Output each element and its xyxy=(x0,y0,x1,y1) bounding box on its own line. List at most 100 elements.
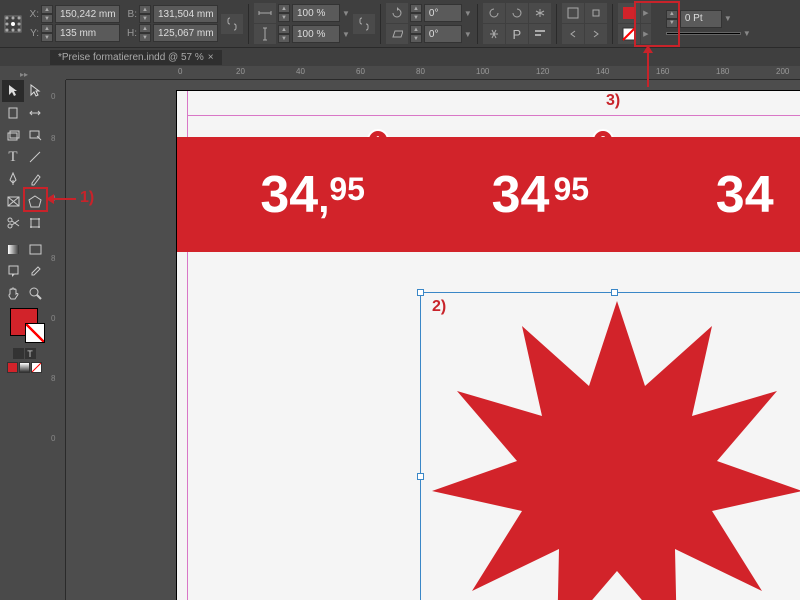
direct-selection-tool[interactable] xyxy=(24,80,46,102)
pen-tool[interactable] xyxy=(2,168,24,190)
note-tool[interactable] xyxy=(2,260,24,282)
ruler-mark: 160 xyxy=(656,67,669,76)
rotate-cw-icon[interactable] xyxy=(506,3,528,23)
x-label: X: xyxy=(25,9,39,20)
constrain-proportions-icon[interactable] xyxy=(221,14,243,34)
shear-input[interactable] xyxy=(424,25,462,43)
canvas[interactable]: 1 2 34 , 95 34 95 34 xyxy=(66,80,800,600)
scale-y-input[interactable] xyxy=(292,25,340,43)
price-dec: 95 xyxy=(553,171,589,208)
sy-up[interactable]: ▲ xyxy=(278,25,290,34)
rectangle-frame-tool[interactable] xyxy=(2,190,24,212)
annotation-box-1 xyxy=(23,187,48,212)
dropdown-icon[interactable]: ▼ xyxy=(464,30,472,39)
price-comma: , xyxy=(318,177,329,222)
h-up[interactable]: ▲ xyxy=(139,24,151,33)
type-tool[interactable]: T xyxy=(2,146,24,168)
gradient-swatch-tool[interactable] xyxy=(2,238,24,260)
price-dec: 95 xyxy=(329,171,365,208)
price-2: 34 95 xyxy=(492,165,589,225)
ref-point-selector[interactable] xyxy=(4,15,22,33)
sy-down[interactable]: ▼ xyxy=(278,34,290,43)
zoom-tool[interactable] xyxy=(24,282,46,304)
x-down[interactable]: ▼ xyxy=(41,14,53,23)
apply-gradient-icon[interactable] xyxy=(19,362,30,373)
apply-color-icon[interactable] xyxy=(7,362,18,373)
dropdown-icon[interactable]: ▼ xyxy=(743,29,751,38)
rotate-ccw-icon[interactable] xyxy=(483,3,505,23)
constrain-scale-icon[interactable] xyxy=(353,14,375,34)
dropdown-icon[interactable]: ▼ xyxy=(724,14,732,23)
y-up[interactable]: ▲ xyxy=(41,24,53,33)
flip-v-icon[interactable] xyxy=(483,24,505,44)
next-object-icon[interactable] xyxy=(585,24,607,44)
price-1: 34 , 95 xyxy=(260,165,365,225)
selection-handle[interactable] xyxy=(611,289,618,296)
text-format-icon[interactable]: T xyxy=(25,348,36,359)
prev-object-icon[interactable] xyxy=(562,24,584,44)
stroke-swatch[interactable] xyxy=(25,323,45,343)
page-tool[interactable] xyxy=(2,102,24,124)
fill-swatch[interactable] xyxy=(10,308,38,336)
select-content-icon[interactable] xyxy=(585,3,607,23)
tab-close-icon[interactable]: × xyxy=(208,52,214,63)
vertical-ruler: 0 8 0 8 0 8 0 xyxy=(48,80,66,600)
annotation-label-1: 1) xyxy=(80,189,94,207)
annotation-box-3 xyxy=(634,1,680,47)
h-input[interactable] xyxy=(153,24,218,42)
price-band: 34 , 95 34 95 34 xyxy=(177,137,800,252)
align-icon[interactable] xyxy=(529,24,551,44)
y-input[interactable] xyxy=(55,24,120,42)
y-down[interactable]: ▼ xyxy=(41,33,53,42)
rot-down[interactable]: ▼ xyxy=(410,13,422,22)
h-down[interactable]: ▼ xyxy=(139,33,151,42)
dropdown-icon[interactable]: ▼ xyxy=(342,9,350,18)
sx-down[interactable]: ▼ xyxy=(278,13,290,22)
w-up[interactable]: ▲ xyxy=(139,5,151,14)
rot-up[interactable]: ▲ xyxy=(410,4,422,13)
selection-tool[interactable] xyxy=(2,80,24,102)
gradient-feather-tool[interactable] xyxy=(24,238,46,260)
gap-tool[interactable] xyxy=(24,102,46,124)
apply-none-icon[interactable] xyxy=(31,362,42,373)
eyedropper-tool[interactable] xyxy=(24,260,46,282)
sx-up[interactable]: ▲ xyxy=(278,4,290,13)
container-format-icon[interactable] xyxy=(13,348,24,359)
scissors-tool[interactable] xyxy=(2,212,24,234)
arrow-head-icon xyxy=(643,45,653,53)
dropdown-icon[interactable]: ▼ xyxy=(342,30,350,39)
toolbox: ▸▸ T xyxy=(0,66,48,379)
flip-h-icon[interactable] xyxy=(529,3,551,23)
dropdown-icon[interactable]: ▼ xyxy=(464,9,472,18)
free-transform-tool[interactable] xyxy=(24,212,46,234)
ruler-mark: 40 xyxy=(296,67,305,76)
content-placer-tool[interactable] xyxy=(24,124,46,146)
shr-down[interactable]: ▼ xyxy=(410,34,422,43)
x-up[interactable]: ▲ xyxy=(41,5,53,14)
document-tab[interactable]: *Preise formatieren.indd @ 57 % × xyxy=(50,50,222,65)
stroke-weight-input[interactable] xyxy=(680,10,722,28)
h-label: H: xyxy=(123,28,137,39)
x-input[interactable] xyxy=(55,5,120,23)
shr-up[interactable]: ▲ xyxy=(410,25,422,34)
w-down[interactable]: ▼ xyxy=(139,14,151,23)
rotate-icon xyxy=(386,3,408,23)
object-group xyxy=(562,3,607,44)
paragraph-icon[interactable]: P xyxy=(506,24,528,44)
w-input[interactable] xyxy=(153,5,218,23)
scale-x-input[interactable] xyxy=(292,4,340,22)
collapse-icon[interactable]: ▸▸ xyxy=(2,68,46,80)
content-collector-tool[interactable] xyxy=(2,124,24,146)
ruler-mark: 140 xyxy=(596,67,609,76)
hand-tool[interactable] xyxy=(2,282,24,304)
ruler-mark: 20 xyxy=(236,67,245,76)
selection-handle[interactable] xyxy=(417,289,424,296)
select-container-icon[interactable] xyxy=(562,3,584,23)
transform-group: P xyxy=(483,3,551,44)
annotation-label-3: 3) xyxy=(606,92,620,110)
line-tool[interactable] xyxy=(24,146,46,168)
rotate-input[interactable] xyxy=(424,4,462,22)
selection-handle[interactable] xyxy=(417,473,424,480)
scale-y-icon xyxy=(254,24,276,44)
swatch-area: T xyxy=(2,304,46,377)
